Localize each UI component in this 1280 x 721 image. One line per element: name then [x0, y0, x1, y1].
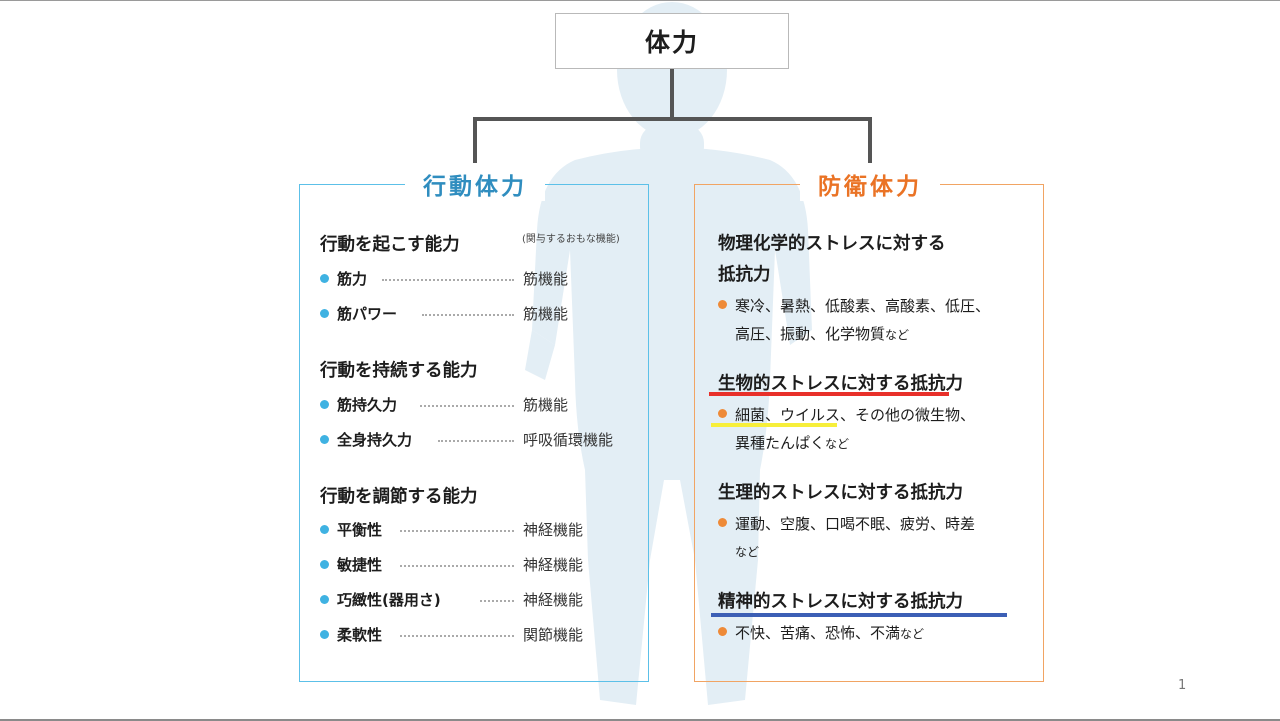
function-name: 関節機能 [523, 626, 584, 644]
bullet-dot [718, 300, 727, 309]
function-name: 神経機能 [523, 591, 584, 609]
stress-list-text: 異種たんぱく [735, 434, 826, 452]
connector-left-drop [473, 117, 477, 163]
connector-horizontal [473, 117, 872, 121]
bullet-dot [320, 560, 329, 569]
red-underline [709, 392, 949, 396]
dotted-leader [480, 600, 514, 602]
function-name: 筋機能 [523, 305, 569, 323]
suffix-nado: など [735, 545, 760, 559]
ability-name: 柔軟性 [337, 626, 383, 644]
stress-list-text: 不快、苦痛、恐怖、不満 [735, 624, 901, 642]
bullet-dot [718, 627, 727, 636]
blue-underline [711, 613, 1007, 617]
right-section-heading: 物理化学的ストレスに対する [718, 234, 946, 254]
bullet-dot [320, 525, 329, 534]
stress-list-line: 高圧、振動、化学物質など [735, 320, 909, 349]
bullet-dot [320, 595, 329, 604]
dotted-leader [400, 635, 514, 637]
root-title: 体力 [644, 28, 699, 57]
bullet-dot [320, 274, 329, 283]
left-group-heading: 行動を持続する能力 [320, 361, 478, 381]
stress-list-line: 運動、空腹、口喝不眠、疲労、時差 [735, 515, 976, 533]
connector-root-stem [670, 69, 674, 119]
dotted-leader [382, 279, 514, 281]
dotted-leader [420, 405, 514, 407]
page-number: 1 [1178, 678, 1187, 693]
bullet-dot [718, 518, 727, 527]
bullet-dot [320, 309, 329, 318]
stress-list-line: 不快、苦痛、恐怖、不満など [735, 619, 924, 648]
suffix-nado: など [825, 437, 850, 451]
ability-name: 筋パワー [337, 305, 398, 323]
function-name: 神経機能 [523, 521, 584, 539]
root-node: 体力 [555, 13, 789, 69]
left-group-heading: 行動を起こす能力 [320, 235, 460, 255]
defense-fitness-title: 防衛体力 [800, 167, 940, 201]
bullet-dot [320, 630, 329, 639]
ability-name: 筋力 [337, 270, 368, 288]
right-section-heading: 生理的ストレスに対する抵抗力 [718, 483, 963, 503]
dotted-leader [400, 565, 514, 567]
dotted-leader [438, 440, 514, 442]
ability-name: 巧緻性(器用さ) [337, 591, 441, 609]
stress-list-line: 異種たんぱくなど [735, 429, 849, 458]
connector-right-drop [868, 117, 872, 163]
function-name: 筋機能 [523, 270, 569, 288]
ability-name: 敏捷性 [337, 556, 383, 574]
function-name: 筋機能 [523, 396, 569, 414]
right-section-heading: 精神的ストレスに対する抵抗力 [718, 592, 963, 612]
left-group-heading: 行動を調節する能力 [320, 487, 478, 507]
function-name: 呼吸循環機能 [523, 431, 614, 449]
yellow-underline [711, 423, 837, 427]
dotted-leader [400, 530, 514, 532]
bullet-dot [320, 400, 329, 409]
suffix-nado: など [885, 328, 910, 342]
stress-list-text: 高圧、振動、化学物質 [735, 325, 886, 343]
ability-name: 平衡性 [337, 521, 383, 539]
ability-name: 筋持久力 [337, 396, 398, 414]
right-section-heading-cont: 抵抗力 [718, 265, 771, 285]
action-fitness-title: 行動体力 [405, 167, 545, 201]
stress-list-line: 寒冷、暑熱、低酸素、高酸素、低圧、 [735, 297, 991, 315]
bullet-dot [718, 409, 727, 418]
ability-name: 全身持久力 [337, 431, 413, 449]
suffix-nado: など [900, 627, 925, 641]
dotted-leader [422, 314, 514, 316]
bullet-dot [320, 435, 329, 444]
function-name: 神経機能 [523, 556, 584, 574]
functions-note: (関与するおもな機能) [522, 234, 620, 245]
